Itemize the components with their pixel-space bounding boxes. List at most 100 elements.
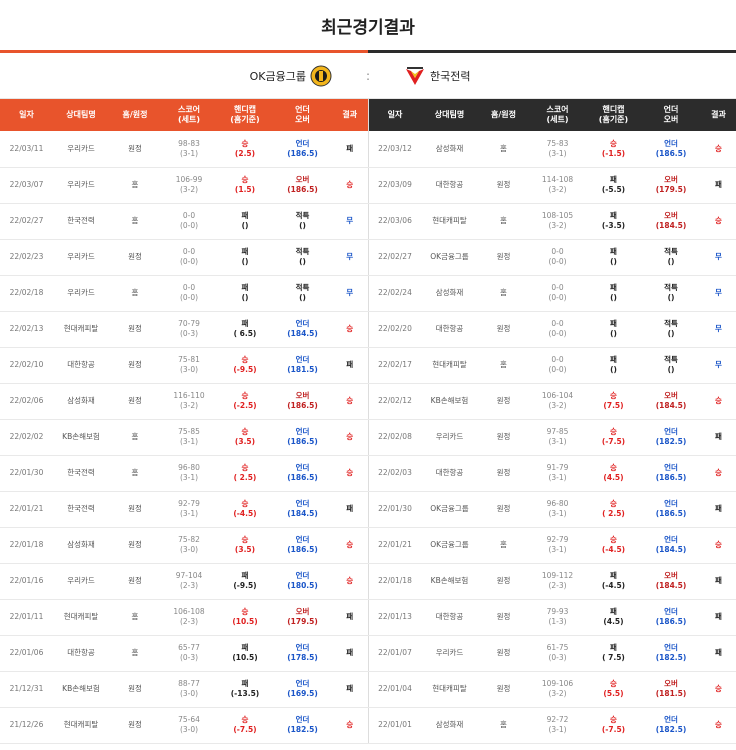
opponent-name[interactable]: 대한항공 (421, 167, 478, 204)
cell-main: 75-85 (178, 427, 200, 437)
cell-main: 적특 (664, 355, 678, 365)
home-away: 원정 (477, 563, 530, 600)
opponent-name[interactable]: 우리카드 (53, 167, 109, 204)
opponent-name[interactable]: 삼성화재 (53, 383, 109, 420)
handicap-cell: 승 (4.5) (585, 455, 642, 492)
under-over-cell: 적특() (641, 311, 701, 348)
opponent-name[interactable]: 우리카드 (53, 563, 109, 600)
opponent-name[interactable]: KB손해보험 (421, 383, 478, 420)
cell-main: 오버 (295, 391, 310, 401)
match-date: 22/01/06 (0, 635, 53, 672)
opponent-name[interactable]: 대한항공 (53, 635, 109, 672)
cell-main: 75-81 (178, 355, 200, 365)
opponent-name[interactable]: 현대캐피탈 (53, 311, 109, 348)
cell-main: 오버 (664, 391, 678, 401)
cell-main: 승 (610, 715, 617, 725)
cell-sub: (4.5) (603, 617, 624, 626)
cell-main: 승 (610, 391, 617, 401)
opponent-name[interactable]: 삼성화재 (421, 131, 478, 168)
opponent-name[interactable]: 대한항공 (421, 455, 478, 492)
opponent-name[interactable]: 현대캐피탈 (421, 203, 478, 240)
cell-sub: (0-0) (548, 293, 567, 302)
cell-main: 91-79 (546, 463, 569, 473)
cell-main: 79-93 (546, 607, 569, 617)
cell-sub: (-1.5) (601, 148, 626, 158)
match-date: 22/02/24 (368, 275, 422, 312)
opponent-name[interactable]: 우리카드 (53, 131, 109, 168)
table-row: 21/12/26 현대캐피탈 원정 75-64 (3-0) 승 (-7.5) 언더 (182.5… (0, 707, 368, 744)
opponent-name[interactable]: KB손해보험 (53, 419, 109, 456)
match-date: 22/01/11 (0, 599, 53, 636)
score-cell: 96-80 (3-1) (529, 491, 586, 528)
opponent-name[interactable]: 우리카드 (421, 419, 478, 456)
cell-sub: (-4.5) (601, 545, 626, 554)
under-over-cell: 오버 (186.5) (273, 167, 332, 204)
match-date: 22/02/27 (0, 203, 53, 240)
handicap-cell: 패() (217, 203, 273, 240)
opponent-name[interactable]: OK금융그룹 (421, 491, 478, 528)
cell-sub: (3-1) (179, 509, 199, 518)
match-date: 22/02/10 (0, 347, 53, 384)
opponent-name[interactable]: 삼성화재 (421, 707, 478, 744)
opponent-name[interactable]: 우리카드 (421, 635, 478, 672)
home-away: 홈 (109, 167, 161, 204)
home-away: 홈 (477, 203, 530, 240)
match-date: 21/12/31 (0, 671, 53, 708)
cell-sub: (186.5) (287, 148, 318, 158)
table-row: 22/01/16 우리카드 원정 97-104 (2-3) 패 (-9.5) 언더 (180.5… (0, 563, 368, 600)
opponent-name[interactable]: 한국전력 (53, 491, 109, 528)
home-away: 홈 (477, 131, 530, 168)
opponent-name[interactable]: 한국전력 (53, 203, 109, 240)
match-date: 22/01/13 (368, 599, 422, 636)
opponent-name[interactable]: 우리카드 (53, 239, 109, 276)
home-away: 원정 (477, 239, 530, 276)
opponent-name[interactable]: 현대캐피탈 (421, 671, 478, 708)
cell-sub: (1.5) (234, 185, 256, 194)
under-over-cell: 적특() (273, 275, 332, 312)
match-date: 22/02/06 (0, 383, 53, 420)
cell-sub: (184.5) (655, 545, 687, 554)
score-cell: 0-0 (0-0) (529, 347, 586, 384)
under-over-cell: 언더 (186.5) (641, 455, 701, 492)
cell-sub: (0-0) (179, 293, 199, 302)
opponent-name[interactable]: 삼성화재 (421, 275, 478, 312)
opponent-name[interactable]: KB손해보험 (53, 671, 109, 708)
score-cell: 97-85 (3-1) (529, 419, 586, 456)
table-row: 22/01/06 대한항공 홈 65-77 (0-3) 패 (10.5) 언더 (178.5) 패 (0, 635, 368, 672)
cell-sub: (-7.5) (601, 437, 626, 446)
cell-main: 언더 (295, 499, 310, 509)
column-header: 일자 (368, 99, 422, 131)
opponent-name[interactable]: OK금융그룹 (421, 239, 478, 276)
cell-main: 패 (610, 643, 617, 653)
opponent-name[interactable]: 우리카드 (53, 275, 109, 312)
opponent-name[interactable]: 대한항공 (421, 599, 478, 636)
opponent-name[interactable]: OK금융그룹 (421, 527, 478, 564)
opponent-name[interactable]: 현대캐피탈 (53, 707, 109, 744)
table-row: 22/02/02 KB손해보험 홈 75-85 (3-1) 승 (3.5) 언더 (186.5)… (0, 419, 368, 456)
cell-sub: (3-1) (179, 148, 199, 158)
cell-main: 언더 (664, 499, 678, 509)
opponent-name[interactable]: 현대캐피탈 (53, 599, 109, 636)
match-date: 22/02/13 (0, 311, 53, 348)
opponent-name[interactable]: 현대캐피탈 (421, 347, 478, 384)
under-over-cell: 오버 (186.5) (273, 383, 332, 420)
opponent-name[interactable]: 한국전력 (53, 455, 109, 492)
home-away: 홈 (109, 599, 161, 636)
result-cell: 승 (700, 203, 736, 240)
opponent-name[interactable]: 대한항공 (421, 311, 478, 348)
under-over-cell: 언더 (186.5) (273, 419, 332, 456)
cell-sub: (186.5) (287, 473, 318, 482)
team-right[interactable]: 한국전력 (404, 53, 470, 99)
result-cell: 승 (700, 383, 736, 420)
opponent-name[interactable]: 삼성화재 (53, 527, 109, 564)
opponent-name[interactable]: KB손해보험 (421, 563, 478, 600)
result-cell: 무 (700, 347, 736, 384)
opponent-name[interactable]: 대한항공 (53, 347, 109, 384)
cell-sub: (186.5) (287, 437, 318, 446)
cell-main: 패 (241, 319, 249, 329)
cell-main: 오버 (664, 175, 678, 185)
score-cell: 109-106 (3-2) (529, 671, 586, 708)
result-cell: 패 (700, 599, 736, 636)
cell-sub: () (241, 293, 249, 302)
team-left[interactable]: OK금융그룹 (250, 53, 332, 99)
